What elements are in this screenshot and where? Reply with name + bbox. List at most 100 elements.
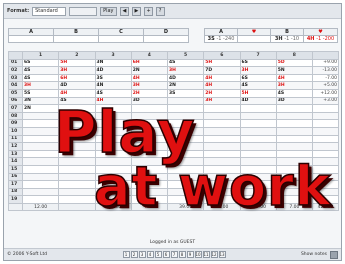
score-cell[interactable] [94,142,132,151]
score-cell[interactable]: 5H [239,88,277,98]
score-cell[interactable] [21,180,60,189]
score-cell[interactable]: 5D [275,58,314,68]
score-cell[interactable] [94,126,132,136]
score-cell[interactable] [166,134,205,144]
score-cell[interactable]: 3N [21,96,60,106]
score-cell[interactable] [275,172,314,182]
page-button[interactable]: 1 [122,251,130,258]
score-cell[interactable] [275,195,314,204]
score-cell[interactable] [239,142,277,151]
page-button[interactable]: 9 [186,251,194,258]
score-cell[interactable] [58,157,96,166]
score-cell[interactable] [94,195,132,204]
score-cell[interactable] [130,119,169,128]
score-cell[interactable]: 4S [94,88,132,98]
score-cell[interactable]: 3D [275,96,314,106]
score-cell[interactable]: 5S [21,88,60,98]
score-cell[interactable]: 3H [58,66,96,75]
score-cell[interactable] [94,164,132,174]
score-cell[interactable] [166,142,205,151]
score-cell[interactable] [58,111,96,121]
score-cell[interactable] [239,187,277,197]
score-cell[interactable] [94,111,132,121]
score-cell[interactable] [21,126,60,136]
score-cell[interactable]: 4S [58,96,96,106]
score-cell[interactable]: 4H [130,73,169,83]
score-cell[interactable] [58,134,96,144]
prev-icon[interactable]: ◀ [119,6,129,16]
resize-icon[interactable] [330,250,338,259]
score-cell[interactable] [94,187,132,197]
score-cell[interactable] [94,149,132,159]
score-cell[interactable] [239,134,277,144]
score-cell[interactable] [166,157,205,166]
score-cell[interactable] [94,157,132,166]
score-cell[interactable] [130,149,169,159]
score-cell[interactable] [203,126,241,136]
score-cell[interactable]: 4D [94,66,132,75]
score-cell[interactable] [239,195,277,204]
score-cell[interactable]: 4D [239,96,277,106]
score-cell[interactable] [130,126,169,136]
player-d-name[interactable] [143,35,189,43]
score-cell[interactable]: 3S [166,88,205,98]
player-a-name[interactable] [8,35,54,43]
score-cell[interactable] [239,111,277,121]
score-cell[interactable]: 4S [275,88,314,98]
score-cell[interactable]: 7D [203,66,241,75]
next-icon[interactable]: ▶ [131,6,141,16]
player-c-name[interactable] [98,35,144,43]
score-cell[interactable] [21,195,60,204]
help-icon[interactable]: ? [155,6,165,16]
score-cell[interactable]: 6S [239,73,277,83]
score-cell[interactable] [21,134,60,144]
score-cell[interactable]: 3H [21,81,60,90]
score-cell[interactable] [203,164,241,174]
score-cell[interactable] [130,172,169,182]
score-cell[interactable] [58,104,96,113]
score-cell[interactable] [275,119,314,128]
score-cell[interactable] [239,164,277,174]
score-cell[interactable]: 3H [130,81,169,90]
score-cell[interactable] [275,157,314,166]
score-cell[interactable] [166,104,205,113]
score-cell[interactable] [275,111,314,121]
score-cell[interactable] [130,195,169,204]
score-cell[interactable] [166,126,205,136]
score-cell[interactable]: 3H [275,81,314,90]
score-cell[interactable] [94,172,132,182]
score-cell[interactable] [130,164,169,174]
score-cell[interactable] [166,172,205,182]
player-b-name[interactable] [53,35,99,43]
score-cell[interactable] [275,164,314,174]
score-cell[interactable] [94,134,132,144]
format-select[interactable]: Standard [32,6,67,16]
score-cell[interactable]: 4S [21,66,60,75]
page-button[interactable]: 8 [178,251,186,258]
score-cell[interactable] [130,157,169,166]
score-cell[interactable] [203,157,241,166]
score-cell[interactable] [166,111,205,121]
page-button[interactable]: 6 [162,251,170,258]
score-cell[interactable]: 4S [239,81,277,90]
score-cell[interactable] [58,164,96,174]
score-cell[interactable] [239,104,277,113]
score-cell[interactable] [130,180,169,189]
score-cell[interactable] [166,180,205,189]
score-cell[interactable] [239,149,277,159]
score-cell[interactable]: 2N [166,81,205,90]
score-cell[interactable] [239,172,277,182]
score-cell[interactable] [239,180,277,189]
score-cell[interactable]: 4N [94,81,132,90]
score-cell[interactable]: 3H [203,96,241,106]
score-cell[interactable]: 3N [94,58,132,68]
score-cell[interactable] [58,180,96,189]
score-cell[interactable] [203,119,241,128]
score-cell[interactable] [21,172,60,182]
score-cell[interactable]: 4D [58,81,96,90]
score-cell[interactable] [166,164,205,174]
score-cell[interactable] [130,142,169,151]
score-cell[interactable] [58,187,96,197]
score-cell[interactable] [21,187,60,197]
score-cell[interactable] [21,119,60,128]
